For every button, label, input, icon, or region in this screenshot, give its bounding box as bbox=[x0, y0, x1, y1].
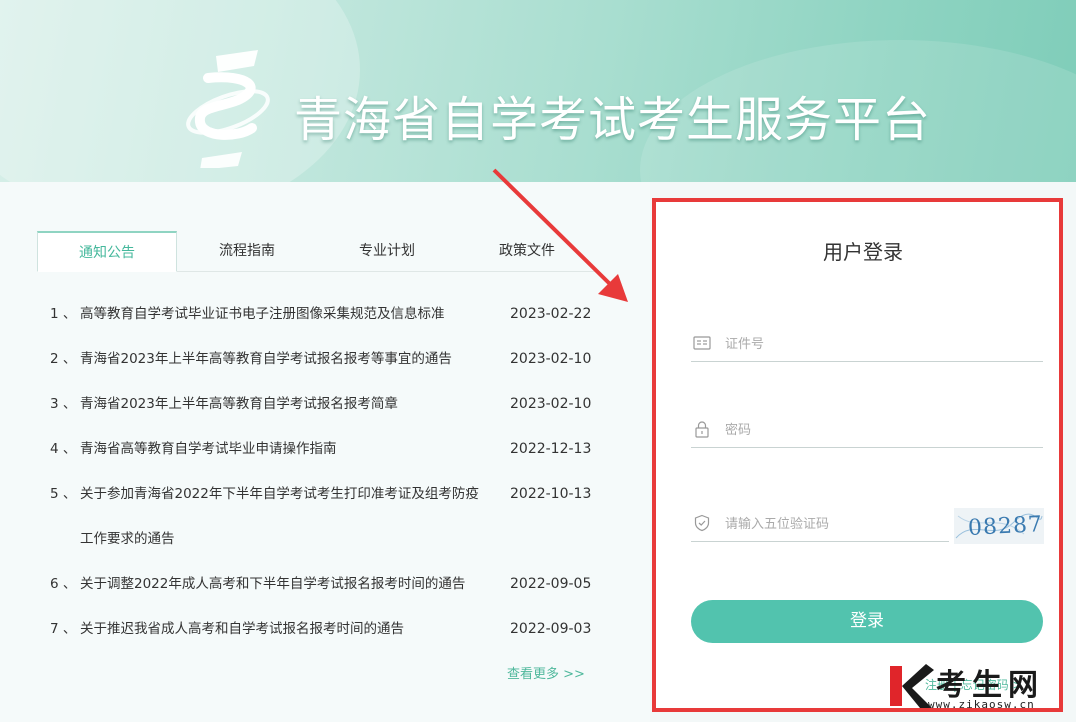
id-number-field[interactable] bbox=[691, 326, 1043, 362]
news-date: 2022-09-05 bbox=[510, 576, 592, 592]
news-title-link[interactable]: 青海省2023年上半年高等教育自学考试报名报考等事宜的通告 bbox=[80, 337, 480, 382]
list-item[interactable]: 4 、 青海省高等教育自学考试毕业申请操作指南 2022-12-13 bbox=[50, 427, 595, 472]
password-field[interactable] bbox=[691, 412, 1043, 448]
news-list: 1 、 高等教育自学考试毕业证书电子注册图像采集规范及信息标准 2023-02-… bbox=[50, 292, 595, 652]
news-title-link[interactable]: 高等教育自学考试毕业证书电子注册图像采集规范及信息标准 bbox=[80, 292, 480, 337]
news-date: 2023-02-10 bbox=[510, 396, 592, 412]
header-banner: 青海省自学考试考生服务平台 bbox=[0, 0, 1076, 182]
shield-icon bbox=[694, 514, 710, 532]
red-arrow-icon bbox=[492, 168, 628, 302]
id-number-input[interactable] bbox=[725, 330, 1025, 358]
news-title-link[interactable]: 青海省高等教育自学考试毕业申请操作指南 bbox=[80, 427, 480, 472]
password-input[interactable] bbox=[725, 416, 1025, 444]
news-number: 1 、 bbox=[50, 306, 77, 322]
news-number: 5 、 bbox=[50, 486, 77, 502]
tab-notices[interactable]: 通知公告 bbox=[37, 231, 177, 272]
news-title-link[interactable]: 青海省2023年上半年高等教育自学考试报名报考简章 bbox=[80, 382, 480, 427]
news-title-link[interactable]: 关于参加青海省2022年下半年自学考试考生打印准考证及组考防疫工作要求的通告 bbox=[80, 472, 480, 562]
lock-icon bbox=[695, 421, 709, 438]
news-date: 2023-02-10 bbox=[510, 351, 592, 367]
list-item[interactable]: 3 、 青海省2023年上半年高等教育自学考试报名报考简章 2023-02-10 bbox=[50, 382, 595, 427]
site-title: 青海省自学考试考生服务平台 bbox=[294, 92, 932, 148]
news-date: 2022-12-13 bbox=[510, 441, 592, 457]
login-button[interactable]: 登录 bbox=[691, 600, 1043, 643]
news-title-link[interactable]: 关于推迟我省成人高考和自学考试报名报考时间的通告 bbox=[80, 607, 480, 652]
watermark: 考生网 www.zikaosw.cn bbox=[890, 660, 1070, 720]
tab-process-guide[interactable]: 流程指南 bbox=[177, 231, 317, 272]
captcha-field[interactable] bbox=[691, 506, 949, 542]
captcha-text: 08287 bbox=[967, 512, 1044, 541]
watermark-url: www.zikaosw.cn bbox=[928, 698, 1035, 711]
news-number: 7 、 bbox=[50, 621, 77, 637]
list-item[interactable]: 6 、 关于调整2022年成人高考和下半年自学考试报名报考时间的通告 2022-… bbox=[50, 562, 595, 607]
news-number: 2 、 bbox=[50, 351, 77, 367]
news-date: 2022-10-13 bbox=[510, 486, 592, 502]
captcha-image[interactable]: 08287 bbox=[954, 508, 1044, 544]
news-number: 6 、 bbox=[50, 576, 77, 592]
login-title: 用户登录 bbox=[823, 240, 903, 264]
list-item[interactable]: 2 、 青海省2023年上半年高等教育自学考试报名报考等事宜的通告 2023-0… bbox=[50, 337, 595, 382]
id-card-icon bbox=[693, 336, 711, 350]
news-date: 2022-09-03 bbox=[510, 621, 592, 637]
news-title-link[interactable]: 关于调整2022年成人高考和下半年自学考试报名报考时间的通告 bbox=[80, 562, 480, 607]
captcha-input[interactable] bbox=[725, 510, 945, 538]
platform-logo-icon bbox=[186, 50, 270, 168]
view-more-link[interactable]: 查看更多 >> bbox=[507, 663, 585, 682]
news-number: 3 、 bbox=[50, 396, 77, 412]
tab-major-plan[interactable]: 专业计划 bbox=[317, 231, 457, 272]
news-number: 4 、 bbox=[50, 441, 77, 457]
list-item[interactable]: 5 、 关于参加青海省2022年下半年自学考试考生打印准考证及组考防疫工作要求的… bbox=[50, 472, 595, 562]
list-item[interactable]: 7 、 关于推迟我省成人高考和自学考试报名报考时间的通告 2022-09-03 bbox=[50, 607, 595, 652]
